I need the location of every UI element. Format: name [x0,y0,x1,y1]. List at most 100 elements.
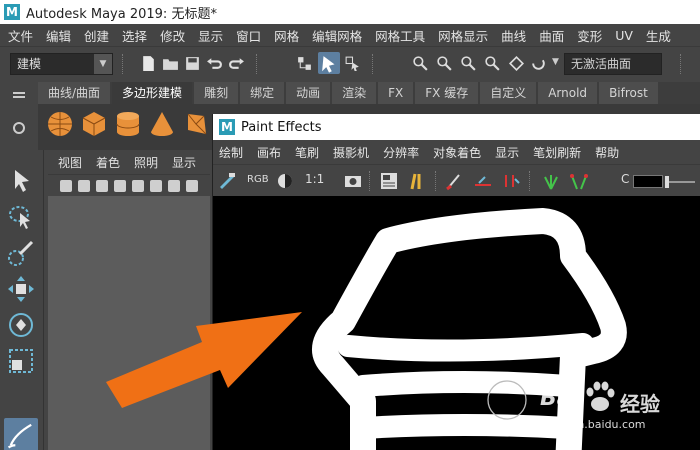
pe-menu-help[interactable]: 帮助 [595,144,619,161]
poly-cylinder-icon[interactable] [114,110,142,138]
paint-effects-title-bar[interactable]: M Paint Effects [213,114,700,140]
shelf-tab-sculpting[interactable]: 雕刻 [194,82,239,104]
new-scene-icon[interactable] [140,55,157,72]
lasso-tool-icon[interactable] [6,202,36,232]
scale-tool-icon[interactable] [6,346,36,376]
menu-curves[interactable]: 曲线 [501,26,526,45]
poly-sphere-icon[interactable] [46,110,74,138]
open-scene-icon[interactable] [162,55,179,72]
pe-menu-canvas[interactable]: 画布 [257,144,281,161]
color-slider-handle[interactable] [665,176,669,188]
menu-generate[interactable]: 生成 [646,26,671,45]
poly-cone-icon[interactable] [148,110,176,138]
pe-menu-paint[interactable]: 绘制 [219,144,243,161]
pe-menu-brush[interactable]: 笔刷 [295,144,319,161]
menu-select[interactable]: 选择 [122,26,147,45]
save-scene-icon[interactable] [184,55,201,72]
menu-surfaces[interactable]: 曲面 [539,26,564,45]
tube-growth-icon[interactable] [541,171,561,191]
menu-edit[interactable]: 编辑 [46,26,71,45]
paint-strokes-icon[interactable] [473,171,493,191]
menu-set-dropdown[interactable]: 建模 ▼ [10,53,113,75]
snap-curve-icon[interactable] [436,55,453,72]
menu-mesh-tools[interactable]: 网格工具 [375,26,425,45]
shelf-tab-bifrost[interactable]: Bifrost [599,82,658,104]
shelf-tab-custom[interactable]: 自定义 [480,82,537,104]
select-hierarchy-icon[interactable] [296,55,313,72]
viewport-menu-shading[interactable]: 着色 [96,154,120,171]
menu-windows[interactable]: 窗口 [236,26,261,45]
snap-view-plane-icon[interactable] [484,55,501,72]
redo-icon[interactable] [228,55,245,72]
viewport-menu-lighting[interactable]: 照明 [134,154,158,171]
image-plane-icon[interactable] [114,180,126,192]
select-components-icon[interactable] [344,55,361,72]
get-brush-icon[interactable] [501,171,521,191]
viewport-menu-show[interactable]: 显示 [172,154,196,171]
camera-icon[interactable] [60,180,72,192]
select-objects-button[interactable] [318,52,340,74]
snap-point-icon[interactable] [460,55,477,72]
chevron-down-icon: ▼ [94,54,112,74]
display-options-icon[interactable] [379,171,399,191]
undo-icon[interactable] [206,55,223,72]
shelf-tab-fx-caching[interactable]: FX 缓存 [415,82,479,104]
menu-create[interactable]: 创建 [84,26,109,45]
pe-menu-stroke-refresh[interactable]: 笔划刷新 [533,144,581,161]
move-tool-icon[interactable] [6,274,36,304]
paint-effects-tool-button[interactable] [4,418,38,450]
menu-modify[interactable]: 修改 [160,26,185,45]
menu-icon[interactable] [13,92,25,94]
paint-brushes-icon[interactable] [407,171,427,191]
menu-deform[interactable]: 变形 [577,26,602,45]
menu-mesh[interactable]: 网格 [274,26,299,45]
gear-icon[interactable] [13,122,25,134]
menu-file[interactable]: 文件 [8,26,33,45]
poly-cube-icon[interactable] [80,110,108,138]
shelf-tab-curves-surfaces[interactable]: 曲线/曲面 [38,82,111,104]
pe-menu-object-shading[interactable]: 对象着色 [433,144,481,161]
live-surface-field[interactable]: 无激活曲面 [564,53,662,75]
rotate-tool-icon[interactable] [6,310,36,340]
select-tool-icon[interactable] [6,166,36,196]
viewport-menu-view[interactable]: 视图 [58,154,82,171]
bookmark-icon[interactable] [96,180,108,192]
make-live-icon[interactable] [530,55,547,72]
status-toolbar: 建模 ▼ ▼ 无激活曲面 [0,46,700,80]
shelf-tab-rigging[interactable]: 绑定 [240,82,285,104]
grid-icon[interactable] [132,180,144,192]
shelf-tab-animation[interactable]: 动画 [286,82,331,104]
film-gate-icon[interactable] [150,180,162,192]
pe-menu-display[interactable]: 显示 [495,144,519,161]
shelf-tab-rendering[interactable]: 渲染 [332,82,377,104]
poly-torus-icon[interactable] [182,110,210,138]
shelf-tab-fx[interactable]: FX [378,82,414,104]
safe-area-icon[interactable] [186,180,198,192]
snapshot-camera-icon[interactable] [343,171,363,191]
shelf-tab-arnold[interactable]: Arnold [538,82,598,104]
alpha-channel-icon[interactable] [275,171,295,191]
chevron-down-icon[interactable]: ▼ [552,57,559,67]
menu-uv[interactable]: UV [615,28,633,43]
select-objects-icon [322,56,335,73]
brush-presets-icon[interactable] [445,171,465,191]
shelf-tab-poly-modeling[interactable]: 多边形建模 [112,82,193,104]
resolution-gate-icon[interactable] [168,180,180,192]
tube-wires-icon[interactable] [569,171,589,191]
snap-grid-icon[interactable] [412,55,429,72]
real-size-button[interactable]: 1:1 [305,172,324,186]
menu-mesh-display[interactable]: 网格显示 [438,26,488,45]
menu-edit-mesh[interactable]: 编辑网格 [312,26,362,45]
camera-attributes-icon[interactable] [78,180,90,192]
color-slider-track[interactable] [665,181,695,183]
rgb-channel-toggle[interactable]: RGB [247,174,269,185]
pe-menu-resolution[interactable]: 分辨率 [383,144,419,161]
color-swatch[interactable] [633,175,663,188]
toolbar-divider [369,171,370,191]
menu-display[interactable]: 显示 [198,26,223,45]
paint-effects-title: Paint Effects [241,119,322,135]
pe-menu-camera[interactable]: 摄影机 [333,144,369,161]
brush-settings-icon[interactable] [217,171,237,191]
snap-surface-icon[interactable] [508,55,525,72]
paint-select-tool-icon[interactable] [6,238,36,268]
